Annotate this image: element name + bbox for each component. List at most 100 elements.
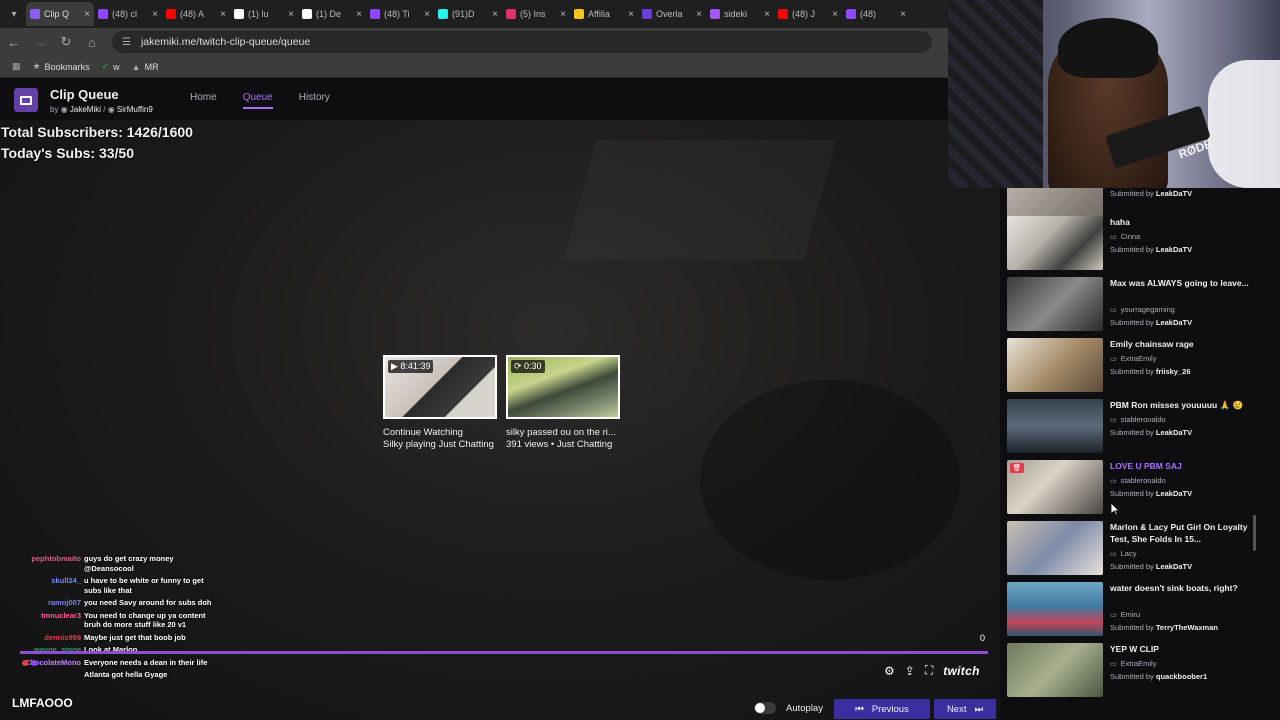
author-link[interactable]: SirMuffin9 [117,105,153,114]
fullscreen-icon[interactable]: ⛶ [925,663,933,678]
browser-tab[interactable]: (48) A × [162,2,230,26]
queue-item[interactable]: YEP W CLIP ▭ ExtraEmily Submitted by quackb… [1007,643,1257,699]
clip-thumbnail [1007,521,1103,575]
autoplay-toggle[interactable] [754,702,776,714]
next-button[interactable]: Next ⏭ [934,699,996,719]
url-input[interactable]: ☰ jakemiki.me/twitch-clip-queue/queue [112,31,932,53]
endcard-subtitle: 391 views • Just Chatting [506,439,613,450]
queue-item[interactable]: Max was ALWAYS going to leave... ▭ yourrag… [1007,277,1257,333]
clip-queue-list[interactable]: ▭Yugi2xSubmitted by LeakDaTVhaha▭CinnaSu… [1000,186,1280,720]
browser-tab[interactable]: (48) × [842,2,910,26]
tab-title: (48) J [792,9,816,19]
share-icon[interactable]: ⇪ [905,664,915,678]
progress-bar[interactable] [20,651,988,654]
browser-tab[interactable]: Overla × [638,2,706,26]
tab-search-icon[interactable]: ▾ [2,4,26,24]
bookmark-item[interactable]: ✓ w [102,61,120,72]
close-tab-icon[interactable]: × [764,9,770,20]
delete-icon[interactable]: 🗑 [1010,463,1024,473]
subs-total: Total Subscribers: 1426/1600 [1,124,193,140]
clip-queue-logo-icon[interactable] [14,88,38,112]
forward-icon[interactable]: → [28,30,52,54]
app-header: Clip Queue by ◉ JakeMiki / ◉ SirMuffin9 … [0,78,948,120]
queue-item[interactable]: haha ▭ Cinna Submitted by LeakDaTV [1007,216,1257,272]
close-tab-icon[interactable]: × [356,9,362,20]
clip-thumbnail [1007,216,1103,270]
browser-tab-bar: ▾ Clip Q × (48) cl × (48) A × (1) lu × (1) De × (4… [0,0,948,28]
apps-grid-icon[interactable]: ▦ [12,61,21,72]
queue-item[interactable]: Emily chainsaw rage ▭ ExtraEmily Submitted … [1007,338,1257,394]
browser-tab[interactable]: (91)D × [434,2,502,26]
site-info-icon[interactable]: ☰ [122,37,131,48]
queue-item[interactable]: water doesn't sink boats, right? ▭ Emiru Su… [1007,582,1257,638]
tab-title: (48) [860,9,877,19]
browser-tab[interactable]: (1) De × [298,2,366,26]
hat-icon: ▲ [131,61,141,72]
close-tab-icon[interactable]: × [424,9,430,20]
bookmark-item[interactable]: ▲ MR [132,62,159,72]
queue-item[interactable]: Marlon & Lacy Put Girl On Loyalty Test, … [1007,521,1257,577]
clip-submitter: Submitted by LeakDaTV [1110,245,1193,254]
chat-message: ramoj007 you need Savy around for subs do… [0,598,216,608]
nav-history[interactable]: History [299,92,330,109]
chat-message: pephtobmaito guys do get crazy money @Dea… [0,554,216,573]
close-tab-icon[interactable]: × [84,9,90,20]
browser-tab[interactable]: (48) cl × [94,2,162,26]
chat-username: ChocolateMono [24,657,81,667]
video-player[interactable]: Total Subscribers: 1426/1600 Today's Sub… [0,120,1000,720]
close-tab-icon[interactable]: × [492,9,498,20]
reload-icon[interactable]: ↻ [54,30,78,54]
back-icon[interactable]: ← [2,30,26,54]
volume-icon[interactable] [22,660,28,666]
tab-title: (91)D [452,9,475,19]
channel-icon: ▭ [1110,478,1117,485]
endcard-clip[interactable]: ⟳ 0:30 silky passed ou on the ri... 391 … [506,355,624,450]
chat-username: pephtobmaito [31,554,81,563]
github-icon: ◉ [107,105,115,114]
chat-message: dennis999 Maybe just get that boob job [0,633,216,643]
tab-title: Affilia [588,9,610,19]
home-icon[interactable]: ⌂ [80,30,104,54]
browser-tab[interactable]: (5) Ins × [502,2,570,26]
settings-icon[interactable]: ⚙ [884,664,895,678]
chat-text: You need to change up ya content bruh do… [84,610,206,630]
close-tab-icon[interactable]: × [560,9,566,20]
close-tab-icon[interactable]: × [696,9,702,20]
close-tab-icon[interactable]: × [152,9,158,20]
chat-username: tmnuclear3 [40,610,81,620]
tab-title: (48) A [180,9,205,19]
bookmark-item[interactable]: ★ Bookmarks [33,61,90,72]
twitch-logo[interactable]: twitch [943,664,979,678]
clip-submitter: Submitted by LeakDaTV [1110,562,1193,571]
nav-home[interactable]: Home [190,92,217,109]
clip-thumbnail [1007,338,1103,392]
queue-item[interactable]: 🗑 LOVE U PBM SAJ ▭ stableronaldo Submitted b… [1007,460,1257,516]
live-dot-icon [31,660,37,666]
endcard-thumbnail: ⟳ 0:30 [506,355,620,419]
nav-queue[interactable]: Queue [242,92,273,109]
close-tab-icon[interactable]: × [628,9,634,20]
volume-controls[interactable] [22,660,40,666]
queue-item[interactable]: PBM Ron misses youuuuu 🙏 😢 ▭ stableronaldo… [1007,399,1257,455]
queue-scrollbar[interactable] [1253,515,1256,551]
browser-tab[interactable]: sideki × [706,2,774,26]
close-tab-icon[interactable]: × [832,9,838,20]
end-cards: ▶ 8:41:39 Continue Watching Silky playin… [383,355,629,450]
browser-tab[interactable]: (48) Ti × [366,2,434,26]
endcard-continue[interactable]: ▶ 8:41:39 Continue Watching Silky playin… [383,355,501,450]
previous-button[interactable]: ⏮ Previous [834,699,930,719]
clip-title: LOVE U PBM SAJ [1110,461,1182,471]
browser-tab[interactable]: (48) J × [774,2,842,26]
browser-tab[interactable]: Clip Q × [26,2,94,26]
browser-tab[interactable]: (1) lu × [230,2,298,26]
clip-channel: ▭ ExtraEmily [1110,354,1157,363]
close-tab-icon[interactable]: × [900,9,906,20]
close-tab-icon[interactable]: × [288,9,294,20]
clip-channel: ▭ Lacy [1110,549,1137,558]
browser-tab[interactable]: Affilia × [570,2,638,26]
author-link[interactable]: JakeMiki [70,105,101,114]
close-tab-icon[interactable]: × [220,9,226,20]
channel-icon: ▭ [1110,234,1117,241]
clip-title: water doesn't sink boats, right? [1110,583,1238,593]
duration-badge: ▶ 8:41:39 [388,360,434,373]
